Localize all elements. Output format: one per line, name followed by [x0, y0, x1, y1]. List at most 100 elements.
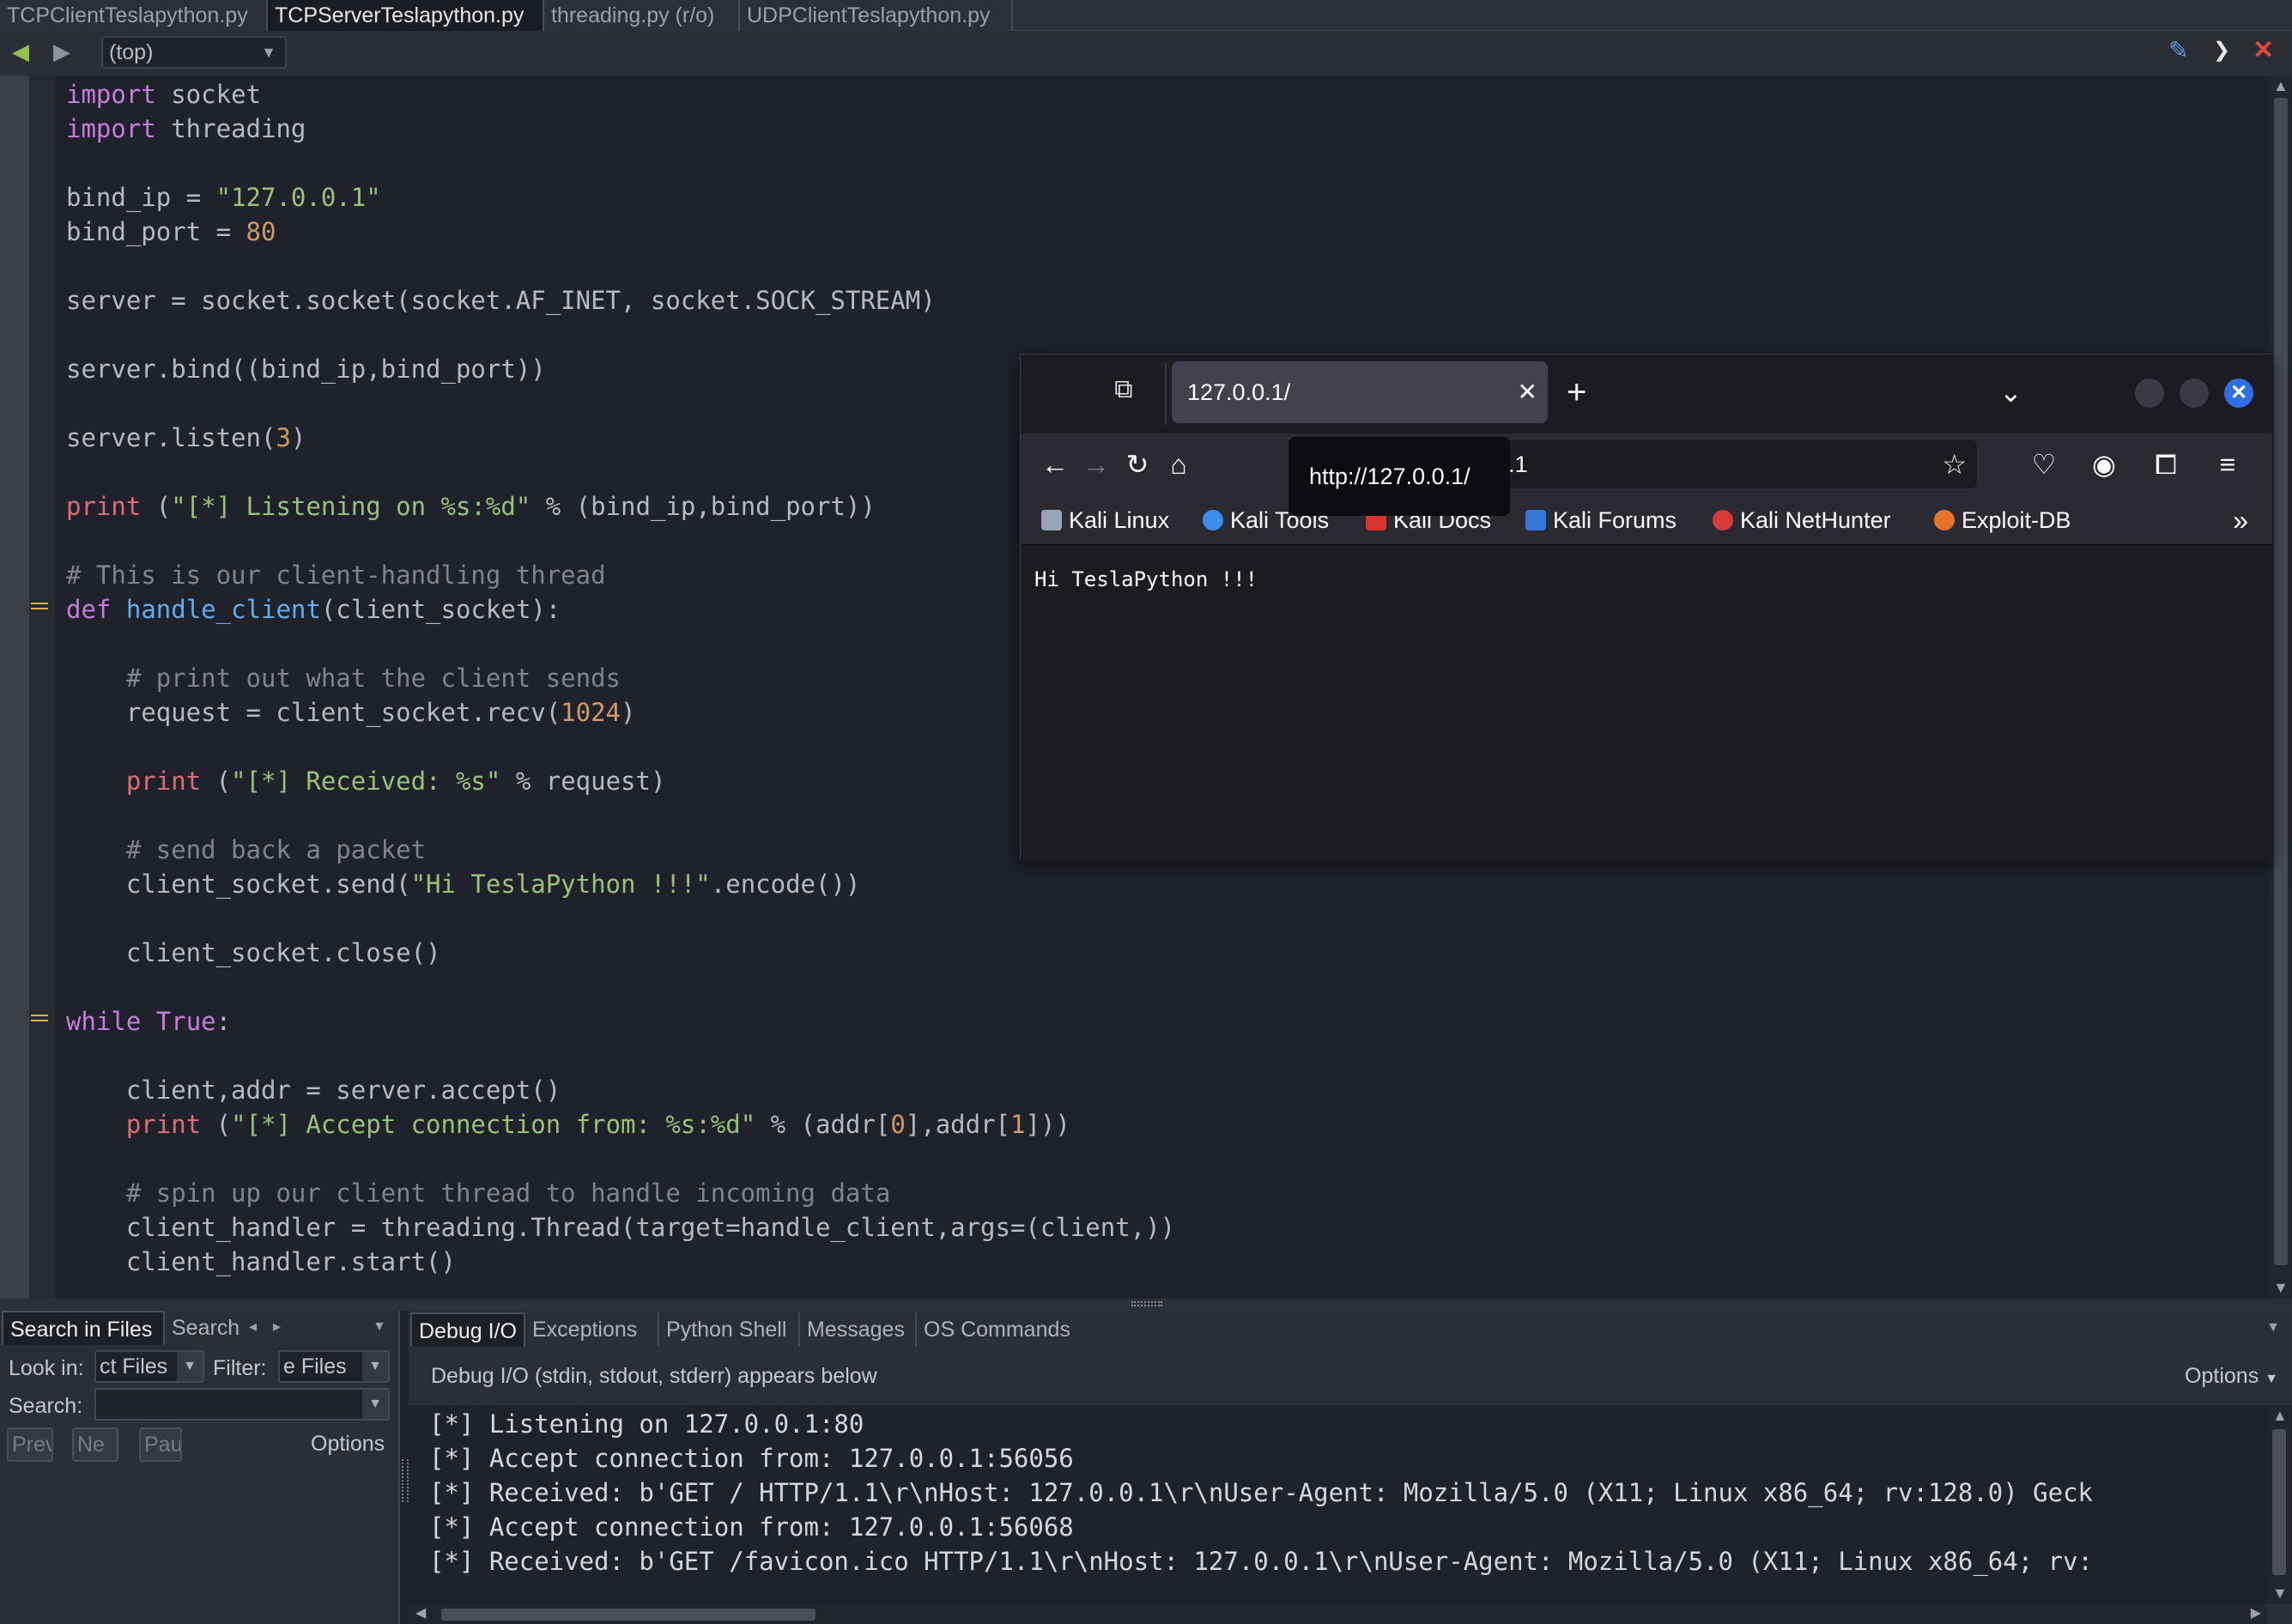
- code-line[interactable]: # send back a packet: [66, 833, 426, 867]
- code-line[interactable]: client_socket.send("Hi TeslaPython !!!".…: [66, 867, 861, 901]
- debug-vscrollbar[interactable]: ▲ ▼: [2266, 1405, 2292, 1604]
- close-icon[interactable]: ✕: [2253, 38, 2274, 64]
- more-bookmarks-icon[interactable]: »: [2233, 495, 2248, 545]
- scroll-thumb[interactable]: [2272, 1429, 2286, 1575]
- tab-search-in-files[interactable]: Search in Files: [2, 1311, 165, 1345]
- editor-tab-threading[interactable]: threading.py (r/o): [544, 0, 740, 31]
- tab-search[interactable]: Search: [165, 1311, 247, 1345]
- code-line[interactable]: # This is our client-handling thread: [66, 558, 606, 592]
- editor-tab-tcpserver[interactable]: TCPServerTeslapython.py: [268, 0, 544, 31]
- code-line[interactable]: client_handler = threading.Thread(target…: [66, 1210, 1175, 1245]
- code-line[interactable]: server.listen(3): [66, 421, 306, 455]
- tab-debug-io[interactable]: Debug I/O: [410, 1312, 525, 1347]
- code-line[interactable]: bind_port = 80: [66, 215, 276, 249]
- code-line[interactable]: print ("[*] Received: %s" % request): [66, 764, 666, 798]
- tab-os-commands[interactable]: OS Commands: [917, 1312, 1075, 1347]
- scroll-down-icon[interactable]: ▼: [2273, 1279, 2289, 1297]
- back-icon[interactable]: ←: [1036, 445, 1074, 483]
- scroll-right-icon[interactable]: ▶: [2251, 1604, 2261, 1621]
- pocket-icon[interactable]: ♡: [2025, 445, 2063, 483]
- debug-output[interactable]: [*] Listening on 127.0.0.1:80 [*] Accept …: [409, 1405, 2266, 1604]
- home-icon[interactable]: ⌂: [1160, 445, 1198, 483]
- debug-output-line[interactable]: [*] Accept connection from: 127.0.0.1:56…: [429, 1510, 1074, 1544]
- code-line[interactable]: # print out what the client sends: [66, 661, 621, 695]
- next-button[interactable]: Ne: [72, 1427, 118, 1462]
- close-tab-icon[interactable]: ✕: [1518, 361, 1537, 423]
- minimize-button[interactable]: [2135, 379, 2164, 408]
- scroll-down-icon[interactable]: ▼: [2272, 1585, 2288, 1603]
- extensions-icon[interactable]: ⧠: [2147, 445, 2185, 483]
- tab-exceptions[interactable]: Exceptions: [525, 1312, 659, 1347]
- tab-scroll-right-icon[interactable]: ▸: [273, 1318, 281, 1336]
- scroll-thumb[interactable]: [441, 1609, 816, 1621]
- debug-output-line[interactable]: [*] Received: b'GET / HTTP/1.1\r\nHost: …: [429, 1476, 2093, 1510]
- tab-python-shell[interactable]: Python Shell: [659, 1312, 800, 1347]
- code-line[interactable]: # spin up our client thread to handle in…: [66, 1176, 890, 1210]
- filter-dropdown[interactable]: e Files ▼: [278, 1350, 390, 1383]
- bookmark-exploit-db[interactable]: Exploit-DB: [1934, 495, 2071, 545]
- editor-tab-tcpclient[interactable]: TCPClientTeslapython.py: [0, 0, 268, 31]
- editor-scrollbar[interactable]: ▲ ▼: [2270, 76, 2292, 1299]
- window-close-icon[interactable]: ✕: [2224, 379, 2253, 408]
- scroll-up-icon[interactable]: ▲: [2272, 1407, 2288, 1425]
- panel-splitter[interactable]: [0, 1299, 2292, 1311]
- tab-overview-icon[interactable]: ⧉: [1107, 375, 1141, 409]
- bookmark-kali-linux[interactable]: Kali Linux: [1041, 495, 1169, 545]
- browser-tab[interactable]: 127.0.0.1/ ✕: [1172, 361, 1548, 423]
- back-arrow-icon[interactable]: ◀: [12, 40, 29, 63]
- editor-tab-udpclient[interactable]: UDPClientTeslapython.py: [740, 0, 1013, 31]
- scroll-left-icon[interactable]: ◀: [415, 1604, 426, 1621]
- browser-window: ⧉ 127.0.0.1/ ✕ + ⌄ ✕ ← → ↻ ⌂ 127.0.0.1 ☆…: [1020, 354, 2272, 861]
- bookmark-kali-nethunter[interactable]: Kali NetHunter: [1713, 495, 1891, 545]
- debug-output-line[interactable]: [*] Received: b'GET /favicon.ico HTTP/1.…: [429, 1544, 2093, 1579]
- menu-icon[interactable]: ≡: [2209, 445, 2247, 483]
- page-body-text: Hi TeslaPython !!!: [1034, 567, 1258, 591]
- pin-icon[interactable]: ✎: [2168, 38, 2188, 64]
- reload-icon[interactable]: ↻: [1119, 445, 1156, 483]
- fold-marker[interactable]: [31, 1015, 48, 1021]
- code-line[interactable]: client_socket.close(): [66, 936, 441, 970]
- bookmark-star-icon[interactable]: ☆: [1942, 440, 1967, 488]
- debug-output-line[interactable]: [*] Accept connection from: 127.0.0.1:56…: [429, 1441, 1074, 1476]
- debug-options-button[interactable]: Options ▼: [2185, 1364, 2278, 1389]
- splitter-grip[interactable]: [1131, 1301, 1162, 1306]
- code-line[interactable]: while True:: [66, 1004, 231, 1039]
- tab-scroll-left-icon[interactable]: ◂: [249, 1318, 257, 1336]
- account-icon[interactable]: ◉: [2085, 445, 2123, 483]
- chevron-down-icon: ▼: [177, 1352, 203, 1381]
- look-in-dropdown[interactable]: ct Files ▼: [94, 1350, 204, 1383]
- debug-hscrollbar[interactable]: ◀ ▶: [409, 1604, 2266, 1624]
- bookmark-label: Exploit-DB: [1962, 507, 2071, 533]
- code-line[interactable]: import threading: [66, 112, 306, 146]
- code-line[interactable]: client_handler.start(): [66, 1245, 456, 1279]
- previous-button[interactable]: Previ: [7, 1427, 53, 1462]
- debug-output-line[interactable]: [*] Listening on 127.0.0.1:80: [429, 1407, 864, 1441]
- panel-menu-icon[interactable]: ▼: [2266, 1311, 2280, 1345]
- options-chevron-icon[interactable]: ❯: [2213, 38, 2230, 64]
- code-line[interactable]: print ("[*] Listening on %s:%d" % (bind_…: [66, 489, 876, 524]
- scope-dropdown[interactable]: (top) ▼: [101, 36, 287, 69]
- tab-messages[interactable]: Messages: [800, 1312, 917, 1347]
- scroll-thumb[interactable]: [2274, 98, 2288, 1265]
- fold-marker[interactable]: [31, 603, 48, 609]
- search-options-button[interactable]: Options: [311, 1432, 385, 1457]
- maximize-button[interactable]: [2180, 379, 2209, 408]
- code-line[interactable]: bind_ip = "127.0.0.1": [66, 180, 381, 215]
- scroll-up-icon[interactable]: ▲: [2273, 77, 2289, 95]
- code-line[interactable]: client,addr = server.accept(): [66, 1073, 561, 1107]
- forward-icon[interactable]: →: [1077, 445, 1115, 483]
- list-tabs-chevron-icon[interactable]: ⌄: [1999, 367, 2022, 418]
- code-line[interactable]: import socket: [66, 77, 261, 112]
- panel-resize-grip[interactable]: [402, 1459, 409, 1502]
- code-line[interactable]: server.bind((bind_ip,bind_port)): [66, 352, 546, 386]
- bookmark-kali-forums[interactable]: Kali Forums: [1525, 495, 1677, 545]
- forward-arrow-icon[interactable]: ▶: [53, 40, 70, 63]
- pause-button[interactable]: Pau: [139, 1427, 182, 1462]
- panel-menu-icon[interactable]: ▼: [373, 1319, 386, 1335]
- code-line[interactable]: def handle_client(client_socket):: [66, 592, 561, 627]
- code-line[interactable]: server = socket.socket(socket.AF_INET, s…: [66, 283, 936, 318]
- code-line[interactable]: print ("[*] Accept connection from: %s:%…: [66, 1107, 1070, 1142]
- code-line[interactable]: request = client_socket.recv(1024): [66, 695, 636, 730]
- search-input[interactable]: ▼: [94, 1388, 390, 1421]
- new-tab-icon[interactable]: +: [1567, 367, 1586, 418]
